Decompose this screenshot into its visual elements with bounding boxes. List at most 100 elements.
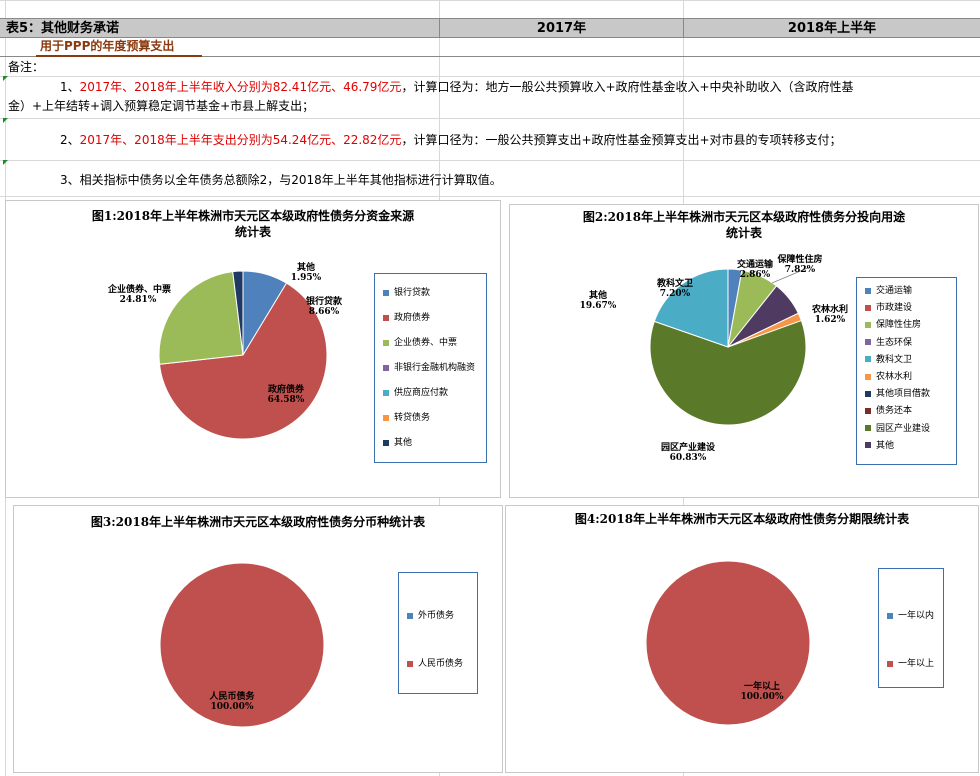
chart-1-data-label-企业债券-中票: 企业债券、中票 24.81%	[108, 285, 172, 305]
legend-label: 市政建设	[876, 303, 913, 314]
note-1-text: ，计算口径为：地方一般公共预算收入+政府性基金收入+中央补助收入（含政府性基	[401, 80, 854, 94]
chart-2-legend-item-其他[interactable]: 其他	[865, 441, 894, 451]
note-1-highlight: 2017年、2018年上半年收入分别为82.41亿元、46.79亿元	[79, 80, 402, 94]
chart-4[interactable]: 图4:2018年上半年株洲市天元区本级政府性债务分期限统计表 一年以内 一年以上 …	[505, 505, 979, 773]
legend-swatch	[383, 389, 389, 396]
legend-swatch	[865, 407, 871, 414]
legend-swatch	[865, 321, 871, 328]
slice-name-label: 企业债券、中票	[108, 285, 172, 295]
legend-label: 外币债务	[418, 611, 455, 621]
legend-label: 其他	[394, 438, 413, 448]
grid-line	[0, 0, 980, 1]
chart-1[interactable]: 图1:2018年上半年株洲市天元区本级政府性债务分资金来源 统计表 银行贷款 政府…	[5, 200, 501, 498]
chart-1-legend-item-供应商应付款[interactable]: 供应商应付款	[383, 388, 448, 398]
legend-label: 企业债券、中票	[394, 338, 458, 348]
chart-1-data-label-其他: 其他 1.95%	[276, 263, 336, 283]
chart-3-legend-item-人民币债务[interactable]: 人民币债务	[407, 659, 463, 669]
legend-label: 人民币债务	[418, 659, 464, 669]
slice-percent-label: 64.58%	[267, 395, 305, 405]
legend-label: 一年以内	[898, 611, 935, 621]
chart-1-legend-item-企业债券-中票[interactable]: 企业债券、中票	[383, 338, 457, 348]
legend-swatch	[865, 339, 871, 346]
comment-marker	[3, 118, 8, 123]
chart-1-slice-企业债券-中票[interactable]	[158, 271, 244, 365]
chart-1-data-label-政府债券: 政府债券 64.58%	[256, 385, 316, 405]
chart-1-legend: 银行贷款政府债券企业债券、中票非银行金融机构融资供应商应付款转贷债务其他	[374, 273, 487, 463]
chart-1-legend-item-政府债券[interactable]: 政府债券	[383, 313, 430, 323]
legend-label: 生态环保	[876, 337, 913, 348]
chart-2[interactable]: 图2:2018年上半年株洲市天元区本级政府性债务分投向用途 统计表 交通运输 市政…	[509, 204, 979, 498]
note-3[interactable]: 3、相关指标中债务以全年债务总额除2，与2018年上半年其他指标进行计算取值。	[60, 170, 502, 190]
notes-label[interactable]: 备注：	[8, 57, 44, 77]
legend-label: 其他项目借款	[876, 389, 931, 400]
chart-3-legend: 外币债务 人民币债务	[398, 572, 478, 694]
grid-line	[0, 196, 980, 197]
chart-4-data-label-一年以上: 一年以上 100.00%	[732, 682, 792, 702]
chart-2-data-label-保障性住房: 保障性住房 7.82%	[770, 255, 830, 275]
chart-2-legend-item-生态环保[interactable]: 生态环保	[865, 338, 912, 348]
legend-label: 一年以上	[898, 659, 935, 669]
legend-label: 交通运输	[876, 286, 913, 296]
chart-2-legend-item-园区产业建设[interactable]: 园区产业建设	[865, 424, 930, 434]
legend-swatch	[383, 339, 389, 346]
legend-swatch	[407, 660, 413, 667]
legend-swatch	[865, 304, 871, 311]
chart-1-legend-item-其他[interactable]: 其他	[383, 438, 412, 448]
chart-2-legend-item-教科文卫[interactable]: 教科文卫	[865, 355, 912, 365]
note-2-text: ，计算口径为：一般公共预算支出+政府性基金预算支出+对市县的专项转移支付；	[401, 133, 842, 147]
legend-swatch	[407, 612, 413, 619]
legend-label: 园区产业建设	[876, 423, 931, 434]
slice-name-label: 人民币债务	[209, 692, 255, 702]
ppp-budget-label[interactable]: 用于PPP的年度预算支出	[40, 38, 174, 55]
column-header-2017[interactable]: 2017年	[440, 19, 683, 38]
table-row: 用于PPP的年度预算支出	[0, 38, 980, 57]
legend-label: 农林水利	[876, 372, 913, 382]
legend-swatch	[887, 612, 893, 619]
legend-swatch	[383, 414, 389, 421]
legend-swatch	[383, 364, 389, 371]
legend-swatch	[383, 289, 389, 296]
chart-2-legend-item-其他项目借款[interactable]: 其他项目借款	[865, 389, 930, 399]
slice-percent-label: 100.00%	[740, 692, 784, 702]
legend-swatch	[865, 442, 871, 449]
legend-label: 债务还本	[876, 406, 913, 417]
legend-label: 供应商应付款	[394, 388, 449, 398]
slice-name-label: 保障性住房	[777, 255, 823, 265]
chart-4-legend-item-一年以上[interactable]: 一年以上	[887, 659, 934, 669]
legend-label: 银行贷款	[394, 288, 431, 298]
grid-line	[0, 160, 980, 161]
chart-1-legend-item-银行贷款[interactable]: 银行贷款	[383, 288, 430, 298]
grid-line	[0, 118, 980, 119]
column-header-2018h1[interactable]: 2018年上半年	[684, 19, 980, 38]
chart-3-legend-item-外币债务[interactable]: 外币债务	[407, 611, 454, 621]
chart-2-legend-item-农林水利[interactable]: 农林水利	[865, 372, 912, 382]
slice-percent-label: 1.95%	[290, 273, 322, 283]
chart-2-data-label-农林水利: 农林水利 1.62%	[800, 305, 860, 325]
chart-2-legend-item-市政建设[interactable]: 市政建设	[865, 303, 912, 313]
chart-2-legend-item-债务还本[interactable]: 债务还本	[865, 406, 912, 416]
table-title[interactable]: 表5：其他财务承诺	[6, 19, 119, 38]
note-1-continued[interactable]: 金）+上年结转+调入预算稳定调节基金+市县上解支出；	[8, 96, 314, 116]
note-1[interactable]: 1、2017年、2018年上半年收入分别为82.41亿元、46.79亿元，计算口…	[60, 77, 854, 97]
legend-swatch	[865, 390, 871, 397]
chart-2-legend-item-交通运输[interactable]: 交通运输	[865, 286, 912, 296]
chart-1-legend-item-转贷债务[interactable]: 转贷债务	[383, 413, 430, 423]
chart-2-data-label-园区产业建设: 园区产业建设 60.83%	[658, 443, 718, 463]
label-underline	[36, 55, 202, 57]
legend-swatch	[383, 439, 389, 446]
chart-3[interactable]: 图3:2018年上半年株洲市天元区本级政府性债务分币种统计表 外币债务 人民币债务…	[13, 505, 503, 773]
slice-name-label: 园区产业建设	[660, 443, 715, 453]
table-header-row: 表5：其他财务承诺 2017年 2018年上半年	[0, 18, 980, 38]
legend-swatch	[865, 425, 871, 432]
comment-marker	[3, 160, 8, 165]
legend-label: 教科文卫	[876, 354, 913, 365]
chart-2-legend-item-保障性住房[interactable]: 保障性住房	[865, 320, 921, 330]
slice-name-label: 银行贷款	[305, 297, 342, 307]
chart-1-legend-item-非银行金融机构融资[interactable]: 非银行金融机构融资	[383, 363, 475, 373]
chart-4-legend-item-一年以内[interactable]: 一年以内	[887, 611, 934, 621]
slice-percent-label: 60.83%	[669, 453, 707, 463]
slice-name-label: 农林水利	[811, 305, 848, 315]
chart-2-data-label-教科文卫: 教科文卫 7.20%	[645, 279, 705, 299]
slice-percent-label: 7.82%	[784, 265, 816, 275]
note-2[interactable]: 2、2017年、2018年上半年支出分别为54.24亿元、22.82亿元，计算口…	[60, 130, 842, 150]
